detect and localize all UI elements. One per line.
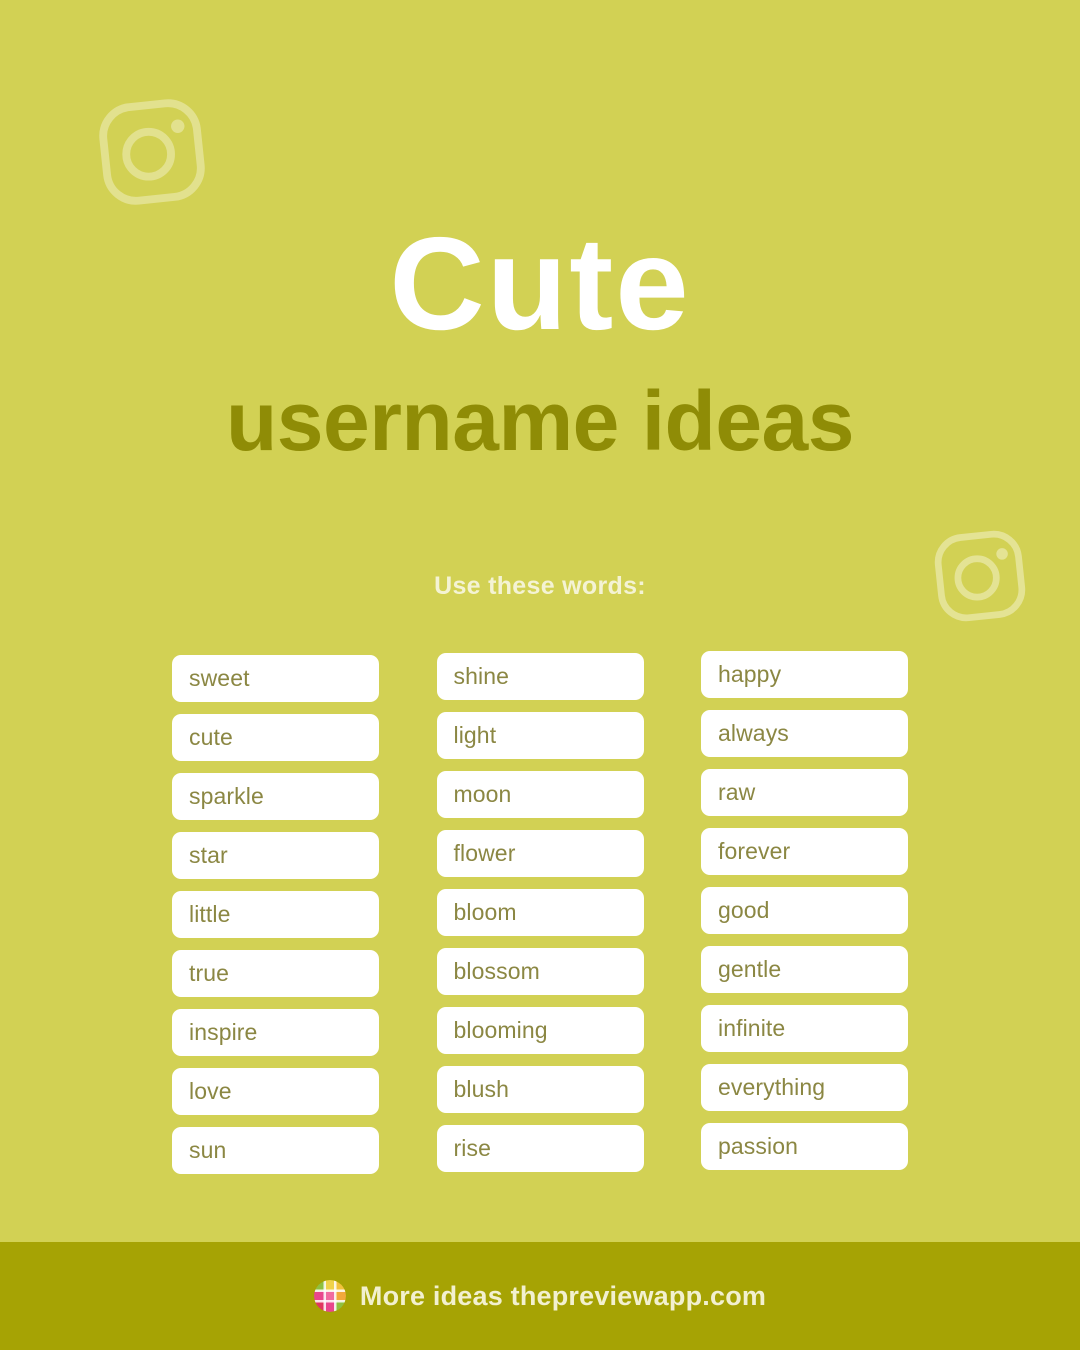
word-chip[interactable]: blossom bbox=[436, 948, 644, 995]
page-subtitle: username ideas bbox=[225, 374, 855, 468]
word-chip[interactable]: inspire bbox=[172, 1009, 379, 1056]
word-chip[interactable]: always bbox=[701, 710, 908, 757]
word-chip[interactable]: blooming bbox=[436, 1007, 644, 1054]
word-chip[interactable]: happy bbox=[701, 651, 908, 698]
word-chip[interactable]: sun bbox=[172, 1127, 379, 1174]
word-column-1: sweet cute sparkle star little true insp… bbox=[172, 655, 379, 1174]
word-chip[interactable]: rise bbox=[436, 1125, 644, 1172]
word-chip[interactable]: forever bbox=[701, 828, 908, 875]
page-title: Cute bbox=[389, 210, 691, 357]
word-chip[interactable]: sparkle bbox=[172, 773, 379, 820]
word-chip[interactable]: passion bbox=[701, 1123, 908, 1170]
word-chip[interactable]: love bbox=[172, 1068, 379, 1115]
instagram-icon bbox=[96, 96, 208, 208]
word-chip[interactable]: flower bbox=[436, 830, 644, 877]
word-chip[interactable]: moon bbox=[436, 771, 644, 818]
word-chip[interactable]: little bbox=[172, 891, 379, 938]
footer-text[interactable]: More ideas thepreviewapp.com bbox=[360, 1281, 766, 1312]
word-chip[interactable]: raw bbox=[701, 769, 908, 816]
word-chip[interactable]: light bbox=[436, 712, 644, 759]
word-chip[interactable]: everything bbox=[701, 1064, 908, 1111]
poster-canvas: Cute username ideas Use these words: swe… bbox=[0, 0, 1080, 1350]
word-chip[interactable]: bloom bbox=[436, 889, 644, 936]
word-chip[interactable]: true bbox=[172, 950, 379, 997]
word-column-3: happy always raw forever good gentle inf… bbox=[701, 651, 908, 1170]
word-chip[interactable]: shine bbox=[436, 653, 644, 700]
instruction-label: Use these words: bbox=[434, 572, 646, 600]
word-chip[interactable]: good bbox=[701, 887, 908, 934]
word-chip[interactable]: star bbox=[172, 832, 379, 879]
word-chip[interactable]: infinite bbox=[701, 1005, 908, 1052]
word-chip[interactable]: cute bbox=[172, 714, 379, 761]
word-column-2: shine light moon flower bloom blossom bl… bbox=[436, 653, 644, 1172]
word-chip[interactable]: blush bbox=[436, 1066, 644, 1113]
word-list-grid: sweet cute sparkle star little true insp… bbox=[172, 645, 908, 1174]
preview-app-logo-icon bbox=[313, 1280, 346, 1312]
word-chip[interactable]: sweet bbox=[172, 655, 379, 702]
footer-bar: More ideas thepreviewapp.com bbox=[0, 1242, 1080, 1350]
word-chip[interactable]: gentle bbox=[701, 946, 908, 993]
